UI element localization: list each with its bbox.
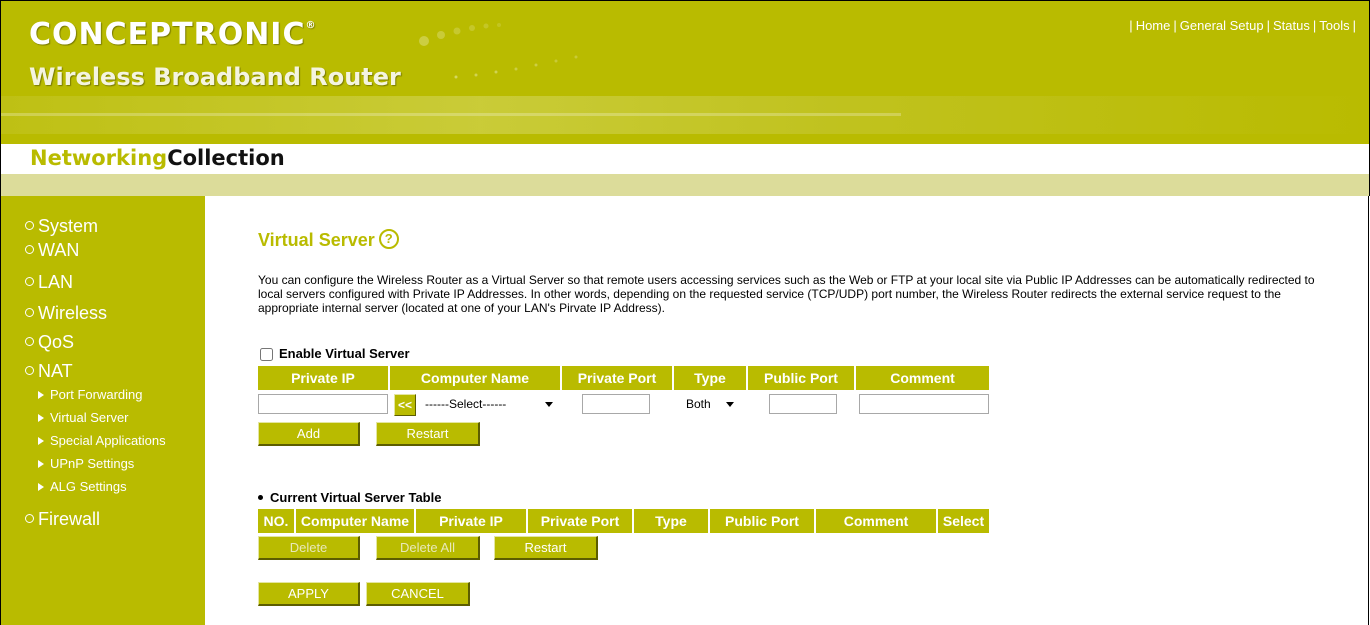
- nav-general-setup-link[interactable]: General Setup: [1180, 18, 1264, 33]
- circle-bullet-icon: [25, 365, 34, 375]
- circle-bullet-icon: [25, 220, 34, 230]
- circle-bullet-icon: [25, 336, 34, 346]
- sidebar-item-wireless[interactable]: Wireless: [25, 303, 107, 324]
- bullet-dot-icon: [258, 495, 263, 501]
- private-ip-input[interactable]: [258, 394, 388, 414]
- computer-name-select[interactable]: ------Select------: [421, 394, 557, 414]
- cancel-button[interactable]: CANCEL: [366, 582, 470, 606]
- delete-all-button[interactable]: Delete All: [376, 536, 480, 560]
- sidebar-item-firewall[interactable]: Firewall: [25, 509, 100, 530]
- table-header-public-port: Public Port: [710, 509, 814, 533]
- enable-virtual-server-checkbox[interactable]: [260, 348, 273, 362]
- delete-button[interactable]: Delete: [258, 536, 360, 560]
- col-header-type: Type: [674, 366, 746, 390]
- sidebar-item-lan[interactable]: LAN: [25, 272, 73, 293]
- nav-home-link[interactable]: Home: [1136, 18, 1171, 33]
- triangle-right-icon: [38, 436, 44, 445]
- table-restart-button[interactable]: Restart: [494, 536, 598, 560]
- page-description: You can configure the Wireless Router as…: [258, 273, 1315, 315]
- sidebar-item-qos[interactable]: QoS: [25, 332, 74, 353]
- sidebar-subitem-special-applications[interactable]: Special Applications: [38, 433, 166, 448]
- header-decor-line: [1, 113, 901, 116]
- private-port-input[interactable]: [582, 394, 650, 414]
- public-port-input[interactable]: [769, 394, 837, 414]
- product-subtitle: Wireless Broadband Router: [29, 63, 401, 91]
- apply-button[interactable]: APPLY: [258, 582, 360, 606]
- table-header-select: Select: [938, 509, 989, 533]
- col-header-comment: Comment: [856, 366, 989, 390]
- triangle-right-icon: [38, 482, 44, 491]
- table-header-private-port: Private Port: [528, 509, 632, 533]
- circle-bullet-icon: [25, 276, 34, 286]
- help-icon[interactable]: ?: [378, 229, 399, 250]
- nav-status-link[interactable]: Status: [1273, 18, 1310, 33]
- col-header-private-port: Private Port: [562, 366, 672, 390]
- sidebar-subitem-upnp-settings[interactable]: UPnP Settings: [38, 456, 134, 471]
- triangle-right-icon: [38, 459, 44, 468]
- sidebar-subitem-alg-settings[interactable]: ALG Settings: [38, 479, 127, 494]
- page-right-border: [1368, 196, 1369, 625]
- sidebar-item-wan[interactable]: WAN: [25, 240, 79, 261]
- page-title: Virtual Server?: [258, 229, 399, 251]
- sidebar: System WAN LAN Wireless QoS NAT Port For…: [0, 196, 205, 625]
- top-nav: | Home | General Setup | Status | Tools |: [1129, 18, 1356, 33]
- table-header-private-ip: Private IP: [416, 509, 526, 533]
- chevron-down-icon: [726, 402, 734, 407]
- header-banner: CONCEPTRONIC® Wireless Broadband Router …: [0, 0, 1370, 145]
- comment-input[interactable]: [859, 394, 989, 414]
- table-header-computer-name: Computer Name: [296, 509, 414, 533]
- triangle-right-icon: [38, 413, 44, 422]
- collection-title: NetworkingCollection: [30, 146, 285, 170]
- table-header-type: Type: [634, 509, 708, 533]
- col-header-private-ip: Private IP: [258, 366, 388, 390]
- sidebar-item-system[interactable]: System: [25, 216, 98, 237]
- sidebar-subitem-virtual-server[interactable]: Virtual Server: [38, 410, 129, 425]
- enable-virtual-server-label: Enable Virtual Server: [260, 346, 410, 362]
- sidebar-subitem-port-forwarding[interactable]: Port Forwarding: [38, 387, 142, 402]
- circle-bullet-icon: [25, 307, 34, 317]
- nav-tools-link[interactable]: Tools: [1319, 18, 1349, 33]
- triangle-right-icon: [38, 390, 44, 399]
- header-strip: [0, 174, 1370, 196]
- restart-button[interactable]: Restart: [376, 422, 480, 446]
- sidebar-item-nat[interactable]: NAT: [25, 361, 73, 382]
- circle-bullet-icon: [25, 244, 34, 254]
- collection-bar: NetworkingCollection: [0, 144, 1370, 174]
- current-table-title: Current Virtual Server Table: [258, 490, 441, 505]
- col-header-computer-name: Computer Name: [390, 366, 560, 390]
- table-header-comment: Comment: [816, 509, 936, 533]
- copy-computer-ip-button[interactable]: <<: [394, 394, 416, 416]
- type-select[interactable]: Both: [682, 394, 738, 414]
- table-header-no: NO.: [258, 509, 294, 533]
- add-button[interactable]: Add: [258, 422, 360, 446]
- brand-logo: CONCEPTRONIC®: [29, 17, 317, 52]
- circle-bullet-icon: [25, 513, 34, 523]
- col-header-public-port: Public Port: [748, 366, 854, 390]
- chevron-down-icon: [545, 402, 553, 407]
